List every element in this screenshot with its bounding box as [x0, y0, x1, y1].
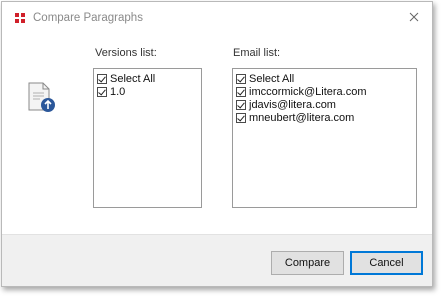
email-list-label: Email list: — [233, 47, 281, 59]
checkbox-checked[interactable] — [236, 112, 246, 123]
window-title: Compare Paragraphs — [33, 12, 143, 24]
versions-item-select-all[interactable]: Select All — [97, 72, 201, 85]
checkbox-checked[interactable] — [97, 86, 107, 97]
checkbox-checked[interactable] — [97, 73, 107, 84]
app-logo-icon — [15, 13, 25, 23]
title-bar: Compare Paragraphs — [2, 2, 432, 36]
cancel-button[interactable]: Cancel — [350, 251, 423, 275]
compare-paragraphs-dialog: Compare Paragraphs Versions list: Select… — [1, 1, 433, 287]
checkbox-checked[interactable] — [236, 99, 246, 110]
checkbox-checked[interactable] — [236, 86, 246, 97]
email-item-mneubert[interactable]: mneubert@litera.com — [236, 111, 416, 124]
document-upload-icon — [25, 80, 61, 116]
versions-item-1-0[interactable]: 1.0 — [97, 85, 201, 98]
versions-listbox[interactable]: Select All 1.0 — [93, 68, 202, 208]
versions-list-label: Versions list: — [95, 47, 157, 59]
close-icon[interactable] — [406, 9, 422, 25]
email-item-jdavis[interactable]: jdavis@litera.com — [236, 98, 416, 111]
email-item-select-all[interactable]: Select All — [236, 72, 416, 85]
email-listbox[interactable]: Select All imccormick@Litera.com jdavis@… — [232, 68, 417, 208]
checkbox-checked[interactable] — [236, 73, 246, 84]
compare-button[interactable]: Compare — [271, 251, 344, 275]
dialog-footer: Compare Cancel — [2, 234, 432, 286]
email-item-imccormick[interactable]: imccormick@Litera.com — [236, 85, 416, 98]
